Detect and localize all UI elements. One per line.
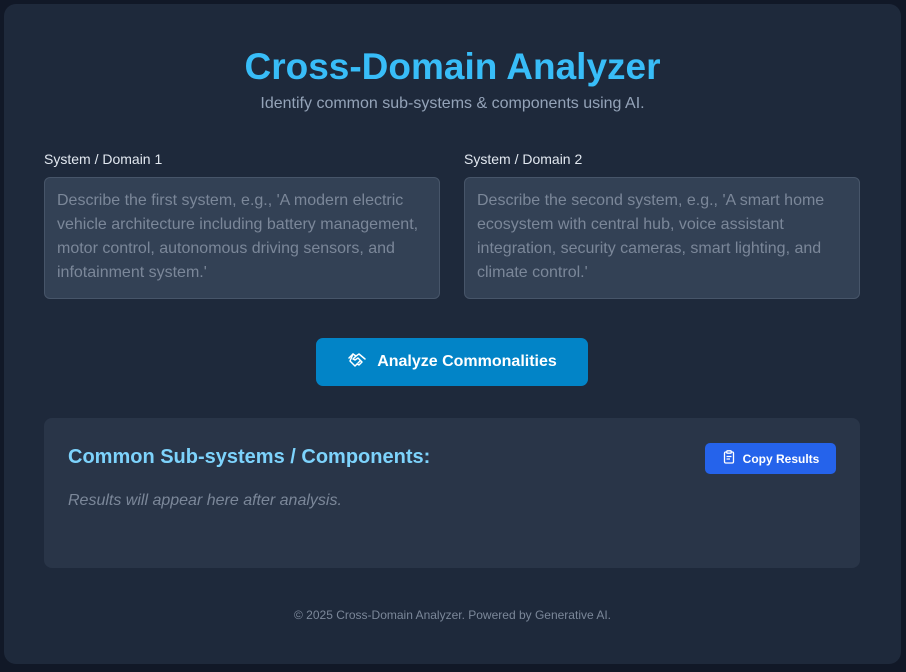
copy-results-button[interactable]: Copy Results xyxy=(705,443,836,474)
analyze-button-label: Analyze Commonalities xyxy=(377,353,557,370)
handshake-icon xyxy=(347,350,367,375)
domain2-label: System / Domain 2 xyxy=(464,151,583,167)
page-title: Cross-Domain Analyzer xyxy=(244,46,661,87)
results-title: Common Sub-systems / Components: xyxy=(68,446,431,468)
domain1-input[interactable] xyxy=(44,177,440,299)
clipboard-icon xyxy=(722,450,736,467)
results-panel: Common Sub-systems / Components: Copy Re… xyxy=(44,418,860,568)
analyzer-card: Cross-Domain Analyzer Identify common su… xyxy=(4,4,901,664)
page-subtitle: Identify common sub-systems & components… xyxy=(260,95,645,112)
domain2-input[interactable] xyxy=(464,177,860,299)
footer-text: © 2025 Cross-Domain Analyzer. Powered by… xyxy=(294,608,611,622)
domain1-label: System / Domain 1 xyxy=(44,151,163,167)
copy-results-label: Copy Results xyxy=(742,451,820,466)
analyze-button[interactable]: Analyze Commonalities xyxy=(316,338,588,386)
results-placeholder: Results will appear here after analysis. xyxy=(68,492,342,509)
